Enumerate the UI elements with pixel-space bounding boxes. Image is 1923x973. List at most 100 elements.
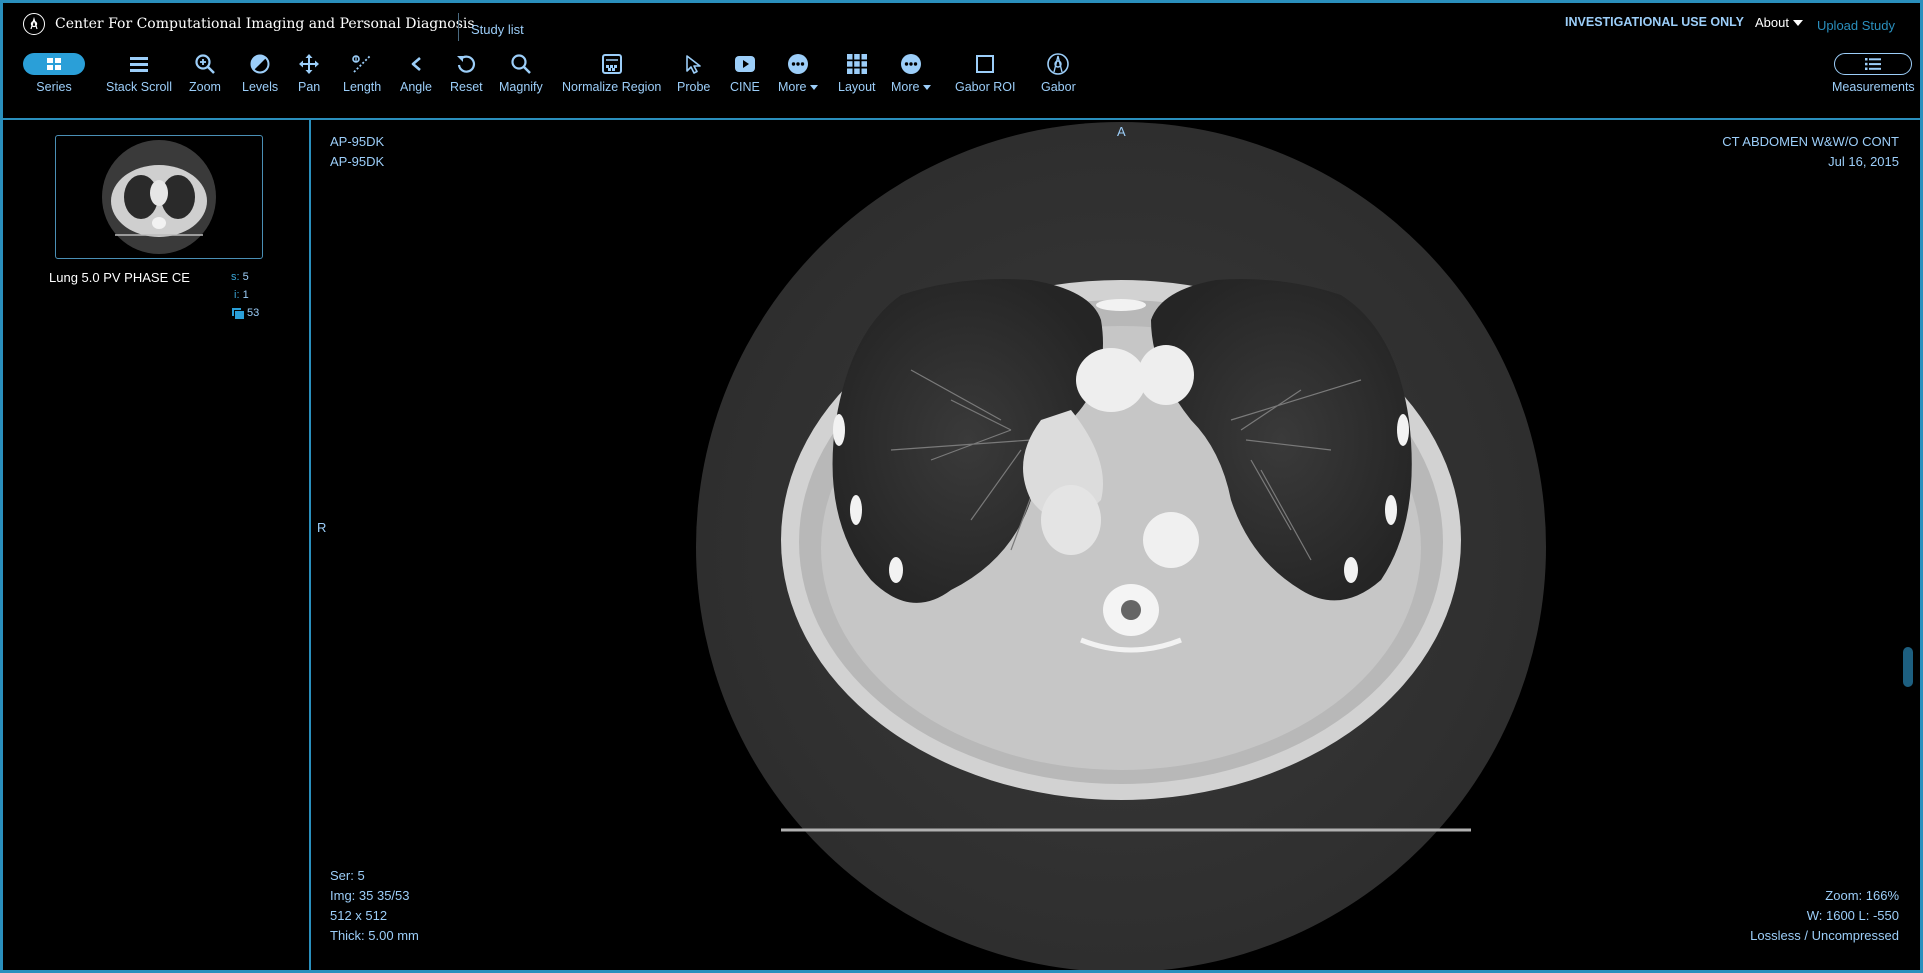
normalize-region-label: Normalize Region [562, 80, 662, 94]
compression-info: Lossless / Uncompressed [1750, 928, 1899, 943]
study-date: Jul 16, 2015 [1828, 154, 1899, 169]
magnify-button[interactable]: Magnify [499, 52, 543, 94]
layout-icon [846, 54, 867, 74]
probe-icon [685, 55, 701, 74]
image-count: 53 [231, 307, 260, 321]
reset-icon [457, 55, 476, 73]
measurements-label: Measurements [1832, 80, 1915, 94]
overlay-top-left: AP-95DK AP-95DK [330, 132, 384, 172]
orientation-left: R [317, 520, 327, 535]
gabor-button[interactable]: Gabor [1041, 52, 1076, 94]
ct-thumbnail-image [102, 140, 216, 254]
more-label-1: More [778, 80, 807, 94]
cine-button[interactable]: CINE [730, 52, 760, 94]
slice-thickness: Thick: 5.00 mm [330, 928, 419, 943]
levels-label: Levels [242, 80, 279, 94]
more-icon [901, 54, 922, 74]
series-number-value: 5 [242, 271, 249, 283]
probe-button[interactable]: Probe [677, 52, 710, 94]
zoom-label: Zoom [189, 80, 221, 94]
patient-id: AP-95DK [330, 154, 385, 169]
series-info: Ser: 5 [330, 868, 365, 883]
zoom-icon [195, 54, 215, 74]
header: Center For Computational Imaging and Per… [3, 3, 1920, 41]
app-title: Center For Computational Imaging and Per… [55, 16, 475, 32]
pan-button[interactable]: Pan [298, 52, 320, 94]
stack-scroll-button[interactable]: Stack Scroll [106, 52, 172, 94]
image-stack-icon [231, 307, 245, 321]
angle-icon [411, 57, 421, 71]
magnify-label: Magnify [499, 80, 543, 94]
logo-icon [23, 13, 45, 35]
stack-scrollbar-thumb[interactable] [1903, 647, 1913, 687]
cine-icon [734, 56, 755, 72]
measurements-button[interactable]: Measurements [1832, 52, 1915, 94]
reset-label: Reset [450, 80, 483, 94]
overlay-bottom-right: Zoom: 166% W: 1600 L: -550 Lossless / Un… [1750, 886, 1899, 946]
patient-name: AP-95DK [330, 134, 385, 149]
magnify-icon [511, 54, 531, 74]
length-label: Length [343, 80, 382, 94]
instance-number-key: i: [234, 289, 240, 301]
image-viewport[interactable]: A R AP-95DK AP-95DK CT ABDOMEN W&W/O CON… [311, 120, 1920, 970]
study-description: CT ABDOMEN W&W/O CONT [1722, 134, 1899, 149]
gabor-roi-label: Gabor ROI [955, 80, 1016, 94]
zoom-button[interactable]: Zoom [189, 52, 221, 94]
ct-scan-image [696, 122, 1546, 970]
length-icon [352, 55, 371, 73]
more-label-2: More [891, 80, 920, 94]
levels-button[interactable]: Levels [242, 52, 278, 94]
upload-study-link[interactable]: Upload Study [1817, 18, 1895, 33]
reset-button[interactable]: Reset [450, 52, 483, 94]
series-number: s: 5 [231, 271, 249, 283]
more-tools-button-2[interactable]: More [891, 52, 932, 94]
overlay-bottom-left: Ser: 5 Img: 35 35/53 512 x 512 Thick: 5.… [330, 866, 419, 946]
stack-scroll-icon [130, 57, 148, 72]
chevron-down-icon [1793, 19, 1803, 26]
investigational-notice: INVESTIGATIONAL USE ONLY [1565, 15, 1744, 29]
normalize-region-button[interactable]: Normalize Region [562, 52, 661, 94]
measurements-list-icon [1834, 53, 1913, 75]
about-label: About [1755, 15, 1789, 30]
image-info: Img: 35 35/53 [330, 888, 410, 903]
instance-number: i: 1 [234, 289, 249, 301]
probe-label: Probe [677, 80, 711, 94]
instance-number-value: 1 [242, 289, 249, 301]
about-menu[interactable]: About [1755, 15, 1803, 30]
zoom-info: Zoom: 166% [1825, 888, 1899, 903]
pan-icon [299, 54, 320, 74]
overlay-top-right: CT ABDOMEN W&W/O CONT Jul 16, 2015 [1722, 132, 1899, 172]
study-list-link[interactable]: Study list [471, 22, 524, 37]
series-button[interactable]: Series [23, 52, 85, 94]
more-tools-button-1[interactable]: More [778, 52, 819, 94]
gabor-roi-button[interactable]: Gabor ROI [955, 52, 1015, 94]
layout-label: Layout [838, 80, 876, 94]
series-number-key: s: [231, 271, 240, 283]
series-panel: Lung 5.0 PV PHASE CE s: 5 i: 1 53 [3, 120, 309, 970]
normalize-region-icon [601, 54, 622, 74]
pan-label: Pan [298, 80, 321, 94]
series-label: Series [36, 80, 72, 94]
brand[interactable]: Center For Computational Imaging and Per… [23, 13, 475, 35]
header-divider [458, 13, 459, 41]
series-description: Lung 5.0 PV PHASE CE [49, 270, 190, 285]
length-button[interactable]: Length [343, 52, 381, 94]
stack-scroll-label: Stack Scroll [106, 80, 172, 94]
levels-icon [250, 54, 270, 74]
series-grid-icon [23, 53, 85, 75]
window-level-info: W: 1600 L: -550 [1806, 908, 1899, 923]
gabor-roi-icon [976, 55, 995, 73]
chevron-down-icon [923, 84, 932, 90]
image-dimensions: 512 x 512 [330, 908, 388, 923]
series-thumbnail[interactable] [55, 135, 263, 259]
image-count-value: 53 [247, 307, 260, 319]
angle-button[interactable]: Angle [400, 52, 432, 94]
orientation-top: A [1117, 124, 1126, 139]
toolbar: Series Stack Scroll Zoom Levels Pan Leng… [3, 52, 1920, 104]
cine-label: CINE [730, 80, 760, 94]
angle-label: Angle [400, 80, 432, 94]
gabor-label: Gabor [1041, 80, 1076, 94]
chevron-down-icon [810, 84, 819, 90]
more-icon [788, 54, 809, 74]
layout-button[interactable]: Layout [838, 52, 876, 94]
